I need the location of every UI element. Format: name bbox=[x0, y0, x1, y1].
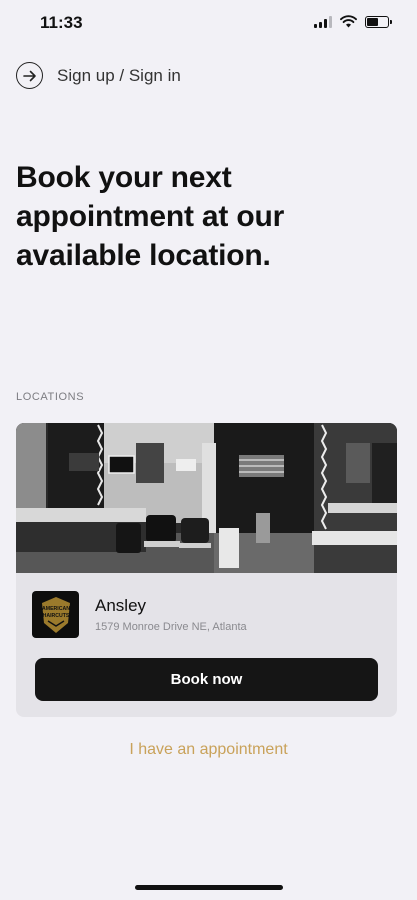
have-appointment-link[interactable]: I have an appointment bbox=[0, 741, 417, 759]
logo-text-top: AMERICAN bbox=[42, 606, 70, 612]
status-time: 11:33 bbox=[40, 13, 83, 32]
battery-icon bbox=[365, 15, 392, 28]
location-photo bbox=[16, 423, 397, 573]
book-now-button[interactable]: Book now bbox=[35, 658, 378, 701]
location-card[interactable]: AMERICAN HAIRCUTS Ansley 1579 Monroe Dri… bbox=[16, 423, 397, 717]
cellular-signal-icon bbox=[314, 15, 332, 28]
home-indicator bbox=[135, 885, 283, 890]
location-address: 1579 Monroe Drive NE, Atlanta bbox=[95, 621, 247, 633]
location-logo: AMERICAN HAIRCUTS bbox=[32, 591, 79, 638]
location-info: AMERICAN HAIRCUTS Ansley 1579 Monroe Dri… bbox=[32, 591, 247, 638]
signin-label: Sign up / Sign in bbox=[57, 65, 181, 85]
logo-text-bottom: HAIRCUTS bbox=[42, 613, 69, 619]
locations-section-label: LOCATIONS bbox=[16, 391, 85, 403]
location-name: Ansley bbox=[95, 596, 147, 615]
page-title: Book your next appointment at our availa… bbox=[16, 161, 285, 272]
wifi-icon bbox=[340, 15, 357, 28]
status-icons bbox=[314, 15, 392, 28]
app-screen: 11:33 Sign up / Sign in Book your next a… bbox=[0, 0, 417, 900]
status-bar: 11:33 bbox=[0, 0, 417, 46]
location-text: Ansley 1579 Monroe Drive NE, Atlanta bbox=[95, 596, 247, 633]
signin-button[interactable]: Sign up / Sign in bbox=[16, 62, 181, 89]
signin-arrow-icon bbox=[16, 62, 43, 89]
